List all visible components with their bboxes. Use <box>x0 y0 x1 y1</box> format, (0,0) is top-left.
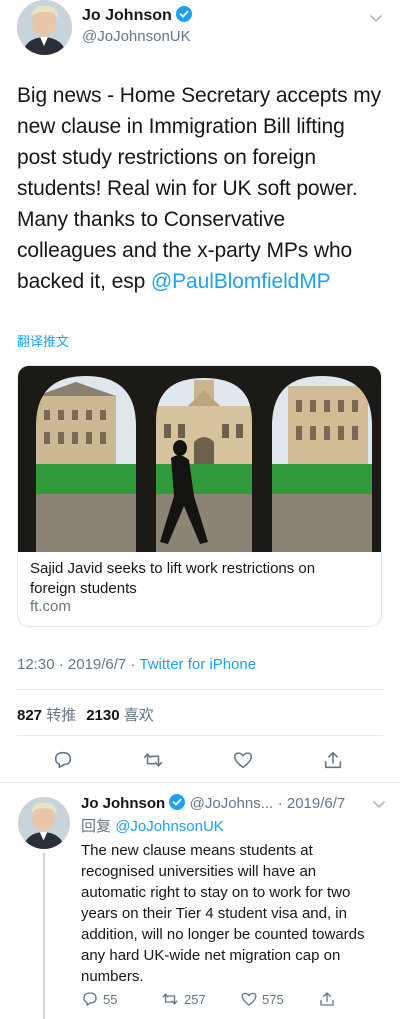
chevron-down-icon[interactable] <box>368 10 384 26</box>
author-name[interactable]: Jo Johnson <box>82 6 192 25</box>
divider <box>17 735 383 736</box>
card-image <box>18 366 381 552</box>
tweet-timestamp: 12:30 · 2019/6/7 · Twitter for iPhone <box>17 656 257 673</box>
reply-author-avatar[interactable] <box>18 797 70 849</box>
reply-handle[interactable]: @JoJohns... <box>190 795 274 812</box>
divider <box>0 782 400 783</box>
like-icon <box>241 992 257 1006</box>
replying-to-mention[interactable]: @JoJohnsonUK <box>115 818 224 835</box>
reply-icon <box>83 992 97 1006</box>
reply-text: The new clause means students at recogni… <box>81 842 365 985</box>
verified-badge-icon <box>169 794 186 810</box>
replying-to: 回复 @JoJohnsonUK <box>81 818 224 835</box>
retweets-stat[interactable]: 827 转推 <box>17 707 86 724</box>
mention-link[interactable]: @PaulBlomfieldMP <box>151 270 331 293</box>
retweet-icon[interactable] <box>141 748 165 772</box>
author-avatar[interactable] <box>17 0 72 55</box>
link-card[interactable]: Sajid Javid seeks to lift work restricti… <box>17 365 382 627</box>
tweet-text: Big news - Home Secretary accepts my new… <box>17 84 382 293</box>
reply-like-button[interactable]: 575 <box>240 990 284 1008</box>
like-icon[interactable] <box>231 748 255 772</box>
reply-share-icon[interactable] <box>318 990 336 1008</box>
card-domain: ft.com <box>30 598 71 615</box>
reply-header: Jo Johnson @JoJohns... · 2019/6/7 <box>81 794 346 812</box>
translate-tweet-link[interactable]: 翻译推文 <box>17 331 69 350</box>
reply-date: · 2019/6/7 <box>277 795 346 812</box>
tweet-source[interactable]: Twitter for iPhone <box>139 656 256 673</box>
author-handle[interactable]: @JoJohnsonUK <box>82 28 191 45</box>
verified-badge-icon <box>175 6 192 22</box>
divider <box>17 689 383 690</box>
chevron-down-icon[interactable] <box>371 796 387 812</box>
engagement-stats: 827 转推 2130 喜欢 <box>17 704 164 725</box>
reply-retweet-button[interactable]: 257 <box>160 990 206 1008</box>
share-icon[interactable] <box>321 748 345 772</box>
reply-icon[interactable] <box>51 748 75 772</box>
reply-reply-button[interactable]: 55 <box>81 990 117 1008</box>
card-title: Sajid Javid seeks to lift work restricti… <box>30 560 316 597</box>
retweet-icon <box>162 993 178 1005</box>
likes-stat[interactable]: 2130 喜欢 <box>86 707 164 724</box>
thread-line <box>43 853 45 1019</box>
